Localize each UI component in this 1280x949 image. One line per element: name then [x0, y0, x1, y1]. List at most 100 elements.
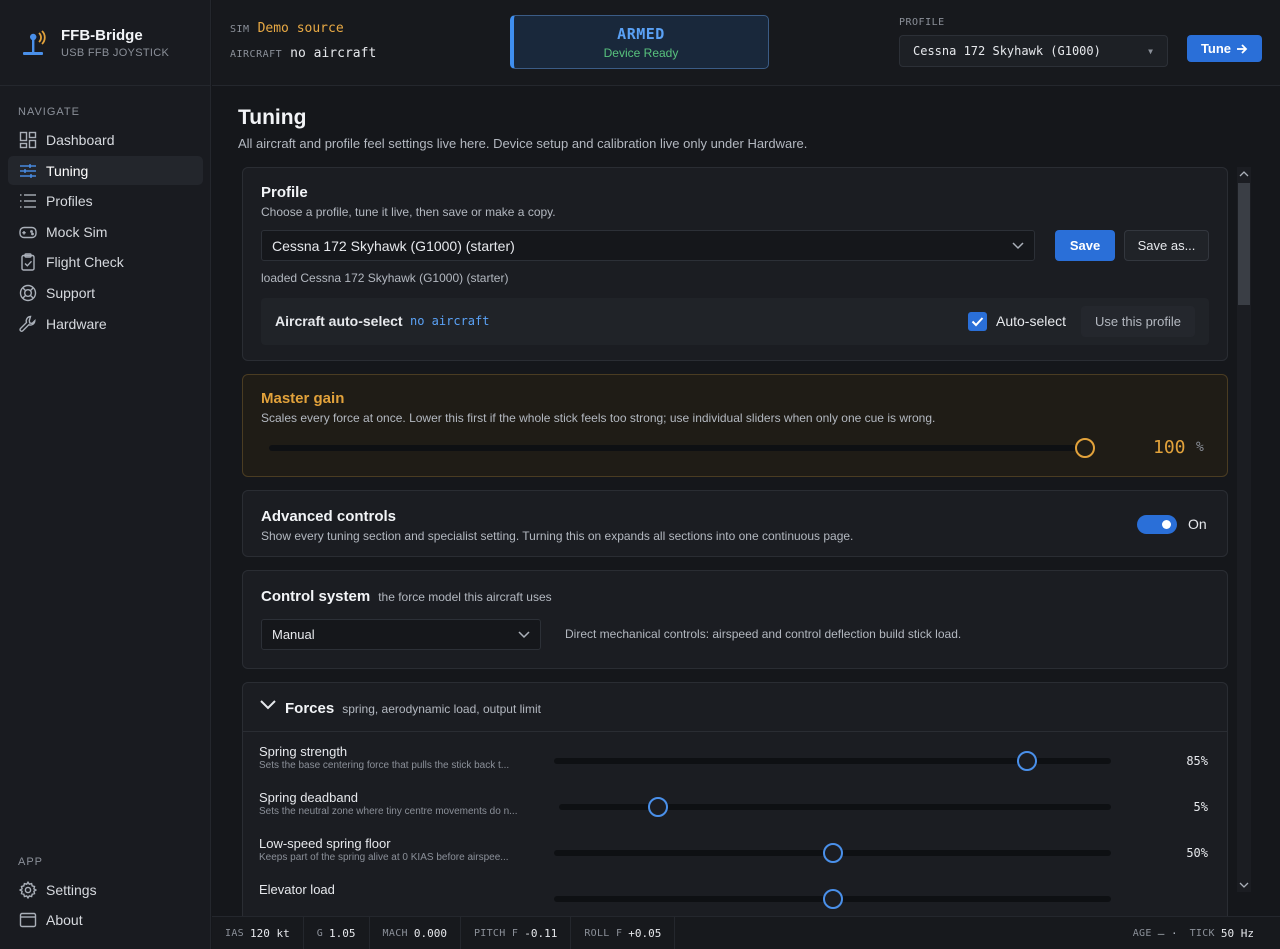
force-slider-value: 50%: [1186, 846, 1208, 860]
chevron-down-icon[interactable]: [260, 700, 276, 710]
nav-item-settings[interactable]: Settings: [8, 875, 203, 904]
brand-title: FFB-Bridge: [61, 26, 143, 44]
slider-thumb[interactable]: [822, 889, 843, 909]
advanced-controls-title: Advanced controls: [261, 508, 397, 525]
profile-card-desc: Choose a profile, tune it live, then sav…: [261, 205, 556, 219]
stat-tick: TICK 50 Hz: [1184, 917, 1280, 949]
nav-item-profiles[interactable]: Profiles: [8, 186, 203, 215]
save-button[interactable]: Save: [1055, 230, 1115, 261]
nav-item-hardware[interactable]: Hardware: [8, 309, 203, 338]
spring-strength-slider[interactable]: [554, 751, 1111, 771]
autoselect-checkbox[interactable]: [968, 312, 987, 331]
nav-item-label: Hardware: [46, 315, 107, 332]
nav-item-label: Profiles: [46, 192, 93, 209]
stat-pitch-force: PITCH F -0.11: [461, 916, 572, 949]
slider-thumb[interactable]: [648, 797, 669, 817]
master-gain-slider[interactable]: [269, 438, 1095, 458]
armed-status-panel: ARMED Device Ready: [510, 15, 769, 69]
scroll-down-icon[interactable]: [1239, 881, 1249, 889]
chevron-down-icon: [1012, 241, 1024, 249]
list-icon: [20, 193, 36, 208]
stat-roll-force: ROLL F +0.05: [571, 916, 676, 949]
control-system-dropdown[interactable]: Manual: [261, 619, 541, 650]
aircraft-source: AIRCRAFT no aircraft: [230, 46, 376, 61]
elevator-load-slider[interactable]: [554, 889, 1111, 909]
stat-age: AGE — ·: [1120, 917, 1184, 949]
nav-item-flight-check[interactable]: Flight Check: [8, 247, 203, 276]
low-speed-spring-floor-slider[interactable]: [554, 843, 1111, 863]
profile-dropdown-value: Cessna 172 Skyhawk (G1000) (starter): [272, 237, 515, 254]
advanced-controls-state: On: [1188, 516, 1207, 532]
stat-key: AGE: [1132, 927, 1152, 939]
forces-card: Forces spring, aerodynamic load, output …: [242, 682, 1228, 916]
sliders-icon: [20, 163, 36, 178]
wrench-icon: [19, 315, 36, 332]
brand: FFB-Bridge USB FFB JOYSTICK: [0, 0, 210, 86]
stat-key: ROLL F: [584, 927, 623, 939]
aircraft-value: no aircraft: [290, 46, 377, 61]
nav-item-support[interactable]: Support: [8, 278, 203, 307]
nav-item-mock-sim[interactable]: Mock Sim: [8, 217, 203, 246]
force-slider-name: Spring strength: [259, 744, 348, 759]
stat-key: TICK: [1189, 927, 1215, 939]
slider-thumb[interactable]: [1017, 751, 1038, 771]
nav-item-dashboard[interactable]: Dashboard: [8, 125, 203, 154]
profile-card-title: Profile: [261, 184, 308, 201]
nav-item-tuning[interactable]: Tuning: [8, 156, 203, 185]
loaded-profile-text: loaded Cessna 172 Skyhawk (G1000) (start…: [261, 271, 509, 285]
arrow-right-icon: [1237, 43, 1248, 54]
scrollbar-thumb[interactable]: [1238, 183, 1250, 305]
master-gain-slider-thumb[interactable]: [1075, 438, 1095, 458]
stat-key: PITCH F: [473, 927, 519, 939]
page-title: Tuning: [238, 106, 307, 129]
stat-value: 120 kt: [249, 926, 290, 940]
master-gain-card: Master gain Scales every force at once. …: [242, 374, 1228, 477]
profile-select[interactable]: Cessna 172 Skyhawk (G1000) ▼: [899, 35, 1168, 67]
stat-value: — ·: [1157, 926, 1178, 940]
app-heading: APP: [18, 856, 44, 868]
master-gain-title: Master gain: [261, 390, 345, 407]
use-this-profile-button[interactable]: Use this profile: [1081, 306, 1195, 337]
force-slider-name: Elevator load: [259, 882, 335, 897]
profile-dropdown[interactable]: Cessna 172 Skyhawk (G1000) (starter): [261, 230, 1035, 261]
sim-value: Demo source: [257, 21, 344, 36]
lifebuoy-icon: [19, 284, 37, 301]
device-ready-status: Device Ready: [603, 46, 679, 60]
slider-thumb[interactable]: [822, 843, 843, 863]
control-system-value: Manual: [272, 627, 315, 642]
stat-key: MACH: [382, 927, 408, 939]
main-scrollbar[interactable]: [1237, 167, 1251, 892]
profile-select-value: Cessna 172 Skyhawk (G1000): [913, 44, 1101, 58]
armed-status-title: ARMED: [617, 25, 665, 43]
stat-mach: MACH 0.000: [370, 916, 461, 949]
master-gain-desc: Scales every force at once. Lower this f…: [261, 411, 936, 425]
topbar: SIM Demo source AIRCRAFT no aircraft ARM…: [212, 0, 1280, 86]
joystick-logo-icon: [23, 29, 46, 55]
spring-deadband-slider[interactable]: [559, 797, 1111, 817]
advanced-controls-toggle[interactable]: [1137, 515, 1177, 534]
control-system-hint: the force model this aircraft uses: [378, 590, 552, 604]
status-bar: IAS 120 kt G 1.05 MACH 0.000 PITCH F -0.…: [212, 916, 1280, 949]
save-as-button[interactable]: Save as...: [1124, 230, 1209, 261]
nav-item-label: Settings: [46, 881, 97, 898]
window-icon: [19, 912, 37, 927]
gear-icon: [19, 880, 37, 899]
autoselect-title: Aircraft auto-select: [275, 313, 403, 329]
nav-item-about[interactable]: About: [8, 905, 203, 934]
scroll-up-icon[interactable]: [1239, 170, 1249, 178]
force-slider-name: Low-speed spring floor: [259, 836, 391, 851]
checkmark-icon: [971, 317, 984, 327]
advanced-controls-card: Advanced controls Show every tuning sect…: [242, 490, 1228, 557]
stat-value: 1.05: [329, 926, 356, 940]
stat-g: G 1.05: [304, 916, 370, 949]
control-system-title: Control system: [261, 588, 371, 605]
aircraft-key: AIRCRAFT: [230, 49, 283, 60]
forces-header[interactable]: Forces spring, aerodynamic load, output …: [243, 683, 1227, 732]
main-content: Tuning All aircraft and profile feel set…: [212, 86, 1280, 916]
tune-button[interactable]: Tune: [1187, 35, 1262, 62]
autoselect-checkbox-label[interactable]: Auto-select: [996, 313, 1066, 329]
autoselect-aircraft: no aircraft: [410, 314, 490, 328]
gamepad-icon: [19, 226, 37, 238]
stat-key: G: [316, 927, 324, 939]
nav-item-label: Flight Check: [46, 253, 124, 270]
